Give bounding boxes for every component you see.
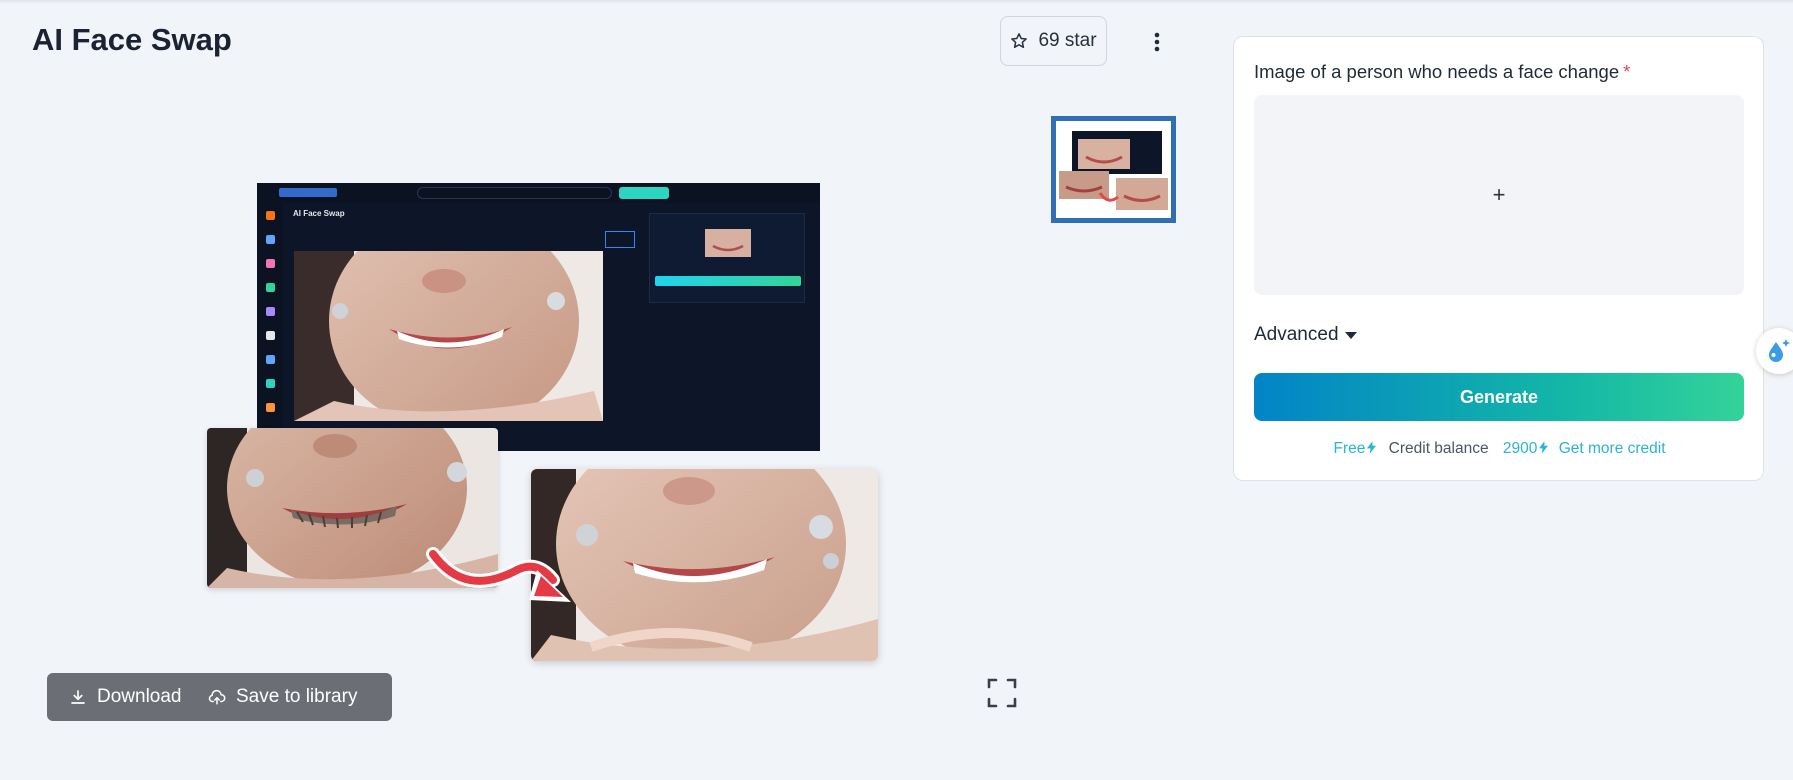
save-label: Save to library (236, 686, 358, 707)
lightning-icon (1367, 441, 1377, 454)
save-to-library-button[interactable]: Save to library (208, 673, 357, 721)
image-action-bar: Download Save to library (47, 673, 392, 721)
water-drop-icon (1769, 339, 1790, 362)
preview-sidebar-icon (266, 355, 275, 364)
source-image-label: Image of a person who needs a face chang… (1254, 61, 1630, 83)
preview-app-screenshot: AI Face Swap (257, 183, 820, 451)
top-shadow (0, 0, 1793, 4)
fullscreen-button[interactable] (986, 677, 1018, 709)
download-label: Download (97, 686, 182, 707)
required-mark: * (1623, 61, 1631, 82)
advanced-toggle[interactable]: Advanced (1254, 324, 1357, 346)
free-label: Free (1333, 440, 1366, 457)
preview-app-sidebar (257, 203, 283, 451)
star-count: 69 star (1038, 30, 1097, 51)
preview-panel-generate (655, 276, 801, 286)
preview-app-search (417, 187, 612, 199)
result-thumbnail[interactable] (1051, 116, 1176, 223)
credit-balance-label: Credit balance (1388, 440, 1489, 457)
get-more-credit-link[interactable]: Get more credit (1559, 440, 1666, 457)
cloud-upload-icon (208, 689, 226, 705)
download-icon (71, 690, 85, 704)
advanced-label: Advanced (1254, 324, 1339, 345)
preview-sidebar-icon (266, 331, 275, 340)
download-button[interactable]: Download (47, 673, 208, 721)
credit-balance-value: 2900 (1502, 440, 1538, 457)
star-icon (1011, 33, 1028, 49)
swap-arrow-icon (426, 547, 571, 602)
thumbnail-image (1056, 121, 1171, 218)
preview-app-title: AI Face Swap (293, 209, 345, 218)
more-options-button[interactable] (1142, 26, 1172, 58)
preview-sidebar-icon (266, 235, 275, 244)
face-swap-form: Image of a person who needs a face chang… (1233, 36, 1764, 481)
page-title: AI Face Swap (32, 22, 232, 57)
fullscreen-icon (987, 678, 1017, 708)
image-upload-dropzone[interactable]: + (1254, 95, 1744, 295)
more-vertical-icon (1154, 32, 1160, 52)
lightning-icon (1539, 441, 1549, 454)
preview-sidebar-icon (266, 211, 275, 220)
preview-sidebar-icon (266, 283, 275, 292)
preview-sidebar-icon (266, 259, 275, 268)
preview-app-panel (649, 213, 805, 303)
credit-info: Free Credit balance 2900 Get more credit (1234, 440, 1765, 458)
star-button[interactable]: 69 star (1000, 16, 1107, 66)
preview-sidebar-icon (266, 379, 275, 388)
preview-app-logo (279, 188, 337, 197)
preview-sidebar-icon (266, 307, 275, 316)
caret-down-icon (1344, 331, 1357, 339)
preview-app-thumbnail (605, 231, 635, 248)
preview-panel-image (705, 229, 751, 257)
source-image-label-text: Image of a person who needs a face chang… (1254, 61, 1620, 82)
generate-button[interactable]: Generate (1254, 373, 1744, 421)
plus-icon: + (1492, 182, 1506, 207)
preview-app-cta (619, 187, 669, 199)
preview-sidebar-icon (266, 403, 275, 412)
preview-app-face-image (294, 251, 603, 421)
